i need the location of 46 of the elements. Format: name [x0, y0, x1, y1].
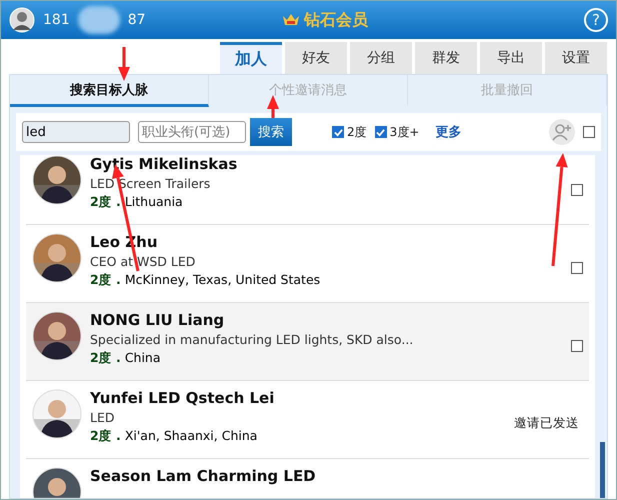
filter-label: 3度+ — [390, 124, 420, 140]
degree-label: 2度 . — [90, 272, 121, 289]
person-name: NONG LIU Liang — [90, 311, 226, 329]
tab[interactable]: 设置 — [545, 42, 607, 74]
invite-status: 邀请已发送 — [514, 415, 579, 432]
degree-label: 2度 . — [90, 428, 121, 445]
degree-label: 2度 . — [90, 350, 121, 367]
tab[interactable]: 好友 — [285, 42, 347, 74]
checkbox[interactable] — [332, 126, 344, 138]
help-button[interactable]: ? — [584, 8, 608, 32]
headline: Specialized in manufacturing LED lights, SKD also... — [90, 332, 414, 347]
checkbox[interactable] — [571, 184, 583, 196]
tab[interactable]: 加人 — [220, 42, 282, 74]
keyword-field[interactable]: led — [22, 121, 130, 143]
more-link[interactable]: 更多 — [435, 123, 462, 141]
crown-icon — [282, 13, 300, 27]
annotation-arrow — [267, 95, 279, 118]
location: McKinney, Texas, United States — [124, 272, 320, 289]
filter-label: 2度 — [347, 124, 367, 140]
annotation-arrow — [118, 47, 130, 81]
blurred-area — [78, 6, 120, 34]
checkbox[interactable] — [571, 262, 583, 274]
search-button[interactable]: 搜索 — [250, 118, 292, 146]
sub-tab[interactable]: 搜索目标人脉 — [10, 75, 209, 107]
checkbox[interactable] — [583, 126, 595, 138]
avatar-icon — [9, 7, 35, 33]
checkbox[interactable] — [571, 340, 583, 352]
membership-text: 钻石会员 — [304, 10, 368, 30]
tab[interactable]: 分组 — [350, 42, 412, 74]
tab[interactable]: 导出 — [480, 42, 542, 74]
person-name: Gytis Mikelinskas — [90, 155, 238, 173]
degree-label: 2度 . — [90, 194, 121, 211]
person-name: Season Lam Charming LED — [90, 467, 317, 485]
location: Lithuania — [124, 194, 183, 211]
headline: LED — [90, 410, 116, 425]
add-person-icon[interactable] — [549, 119, 575, 145]
location: Xi'an, Shaanxi, China — [124, 428, 258, 445]
person-name: Yunfei LED Qstech Lei — [90, 389, 276, 407]
title-field[interactable]: 职业头衔(可选) — [138, 121, 246, 143]
checkbox[interactable] — [374, 126, 387, 138]
account-number: 87 — [128, 12, 146, 28]
account-number: 181 — [43, 12, 70, 28]
headline: CEO at WSD LED — [90, 254, 196, 269]
location: China — [124, 350, 161, 367]
tab[interactable]: 群发 — [415, 42, 477, 74]
result-row[interactable]: NONG LIU Liang Specialized in manufacturing LED lights, SKD also... 2度 . China — [26, 303, 589, 381]
